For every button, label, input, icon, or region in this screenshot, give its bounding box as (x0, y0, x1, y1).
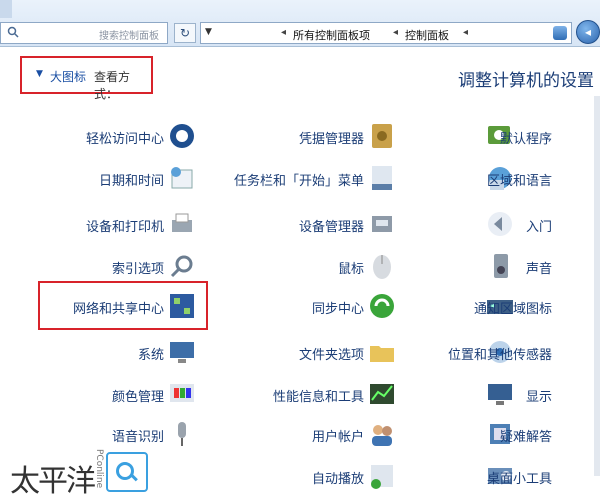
watermark-brand-cn: 太平洋 (10, 464, 96, 499)
item-color-management[interactable]: 颜色管理 (0, 378, 600, 412)
calendar-clock-icon (171, 167, 193, 189)
breadcrumb-separator-icon: ◂ (393, 27, 399, 38)
search-input[interactable]: 搜索控制面板 (0, 22, 168, 44)
magnifier-handle-icon (130, 473, 138, 482)
item-indexing-options[interactable]: 索引选项 (0, 250, 600, 284)
item-label: 颜色管理 (111, 390, 164, 405)
search-placeholder: 搜索控制面板 (99, 31, 159, 42)
view-by-highlight: ▼ 大图标 查看方式： (20, 56, 153, 101)
item-label: 自动播放 (311, 472, 364, 487)
autoplay-icon (371, 465, 393, 489)
view-by-label: 查看方式： (94, 70, 131, 101)
address-dropdown-icon[interactable]: ▼ (205, 27, 212, 37)
view-by-dropdown[interactable]: 大图标 (50, 68, 86, 85)
network-highlight-box (38, 281, 208, 330)
item-date-time[interactable]: 日期和时间 (0, 162, 600, 196)
page-title: 调整计算机的设置 (458, 71, 594, 91)
breadcrumb-all-items[interactable]: 所有控制面板项 (293, 27, 370, 43)
item-label: 系统 (137, 348, 164, 363)
microphone-icon (178, 422, 186, 446)
breadcrumb-separator-icon: ◂ (463, 27, 469, 38)
breadcrumb-separator-icon: ◂ (281, 27, 287, 38)
address-toolbar: 搜索控制面板 ↻ ▼ 所有控制面板项 ◂ 控制面板 ◂ ◂ ◂ (0, 0, 600, 47)
indexing-search-icon (170, 255, 193, 278)
item-label: 索引选项 (111, 262, 164, 277)
item-ease-of-access[interactable]: 轻松访问中心 (0, 120, 600, 154)
system-icon (170, 342, 194, 363)
item-label: 语音识别 (111, 430, 164, 445)
printer-icon (172, 213, 192, 232)
item-devices-printers[interactable]: 设备和打印机 (0, 208, 600, 242)
ease-of-access-icon (170, 124, 194, 148)
watermark-logo (106, 452, 148, 492)
watermark-brand-small: PConline (94, 449, 104, 489)
item-system[interactable]: 系统 (0, 336, 600, 370)
item-label: 日期和时间 (98, 174, 164, 189)
item-speech-recognition[interactable]: 语音识别 (0, 418, 600, 452)
control-panel-icon (553, 26, 567, 40)
scrollbar[interactable] (594, 96, 600, 476)
search-icon[interactable] (7, 26, 19, 38)
chevron-down-icon[interactable]: ▼ (36, 69, 43, 79)
address-input[interactable]: ▼ 所有控制面板项 ◂ 控制面板 ◂ ◂ (200, 22, 572, 44)
item-label: 轻松访问中心 (85, 132, 164, 147)
item-label: 设备和打印机 (85, 220, 164, 235)
back-button[interactable]: ◂ (576, 20, 600, 44)
window-edge (0, 0, 12, 18)
breadcrumb-control-panel[interactable]: 控制面板 (405, 27, 449, 43)
color-management-icon (170, 384, 194, 402)
refresh-button[interactable]: ↻ (174, 23, 196, 43)
